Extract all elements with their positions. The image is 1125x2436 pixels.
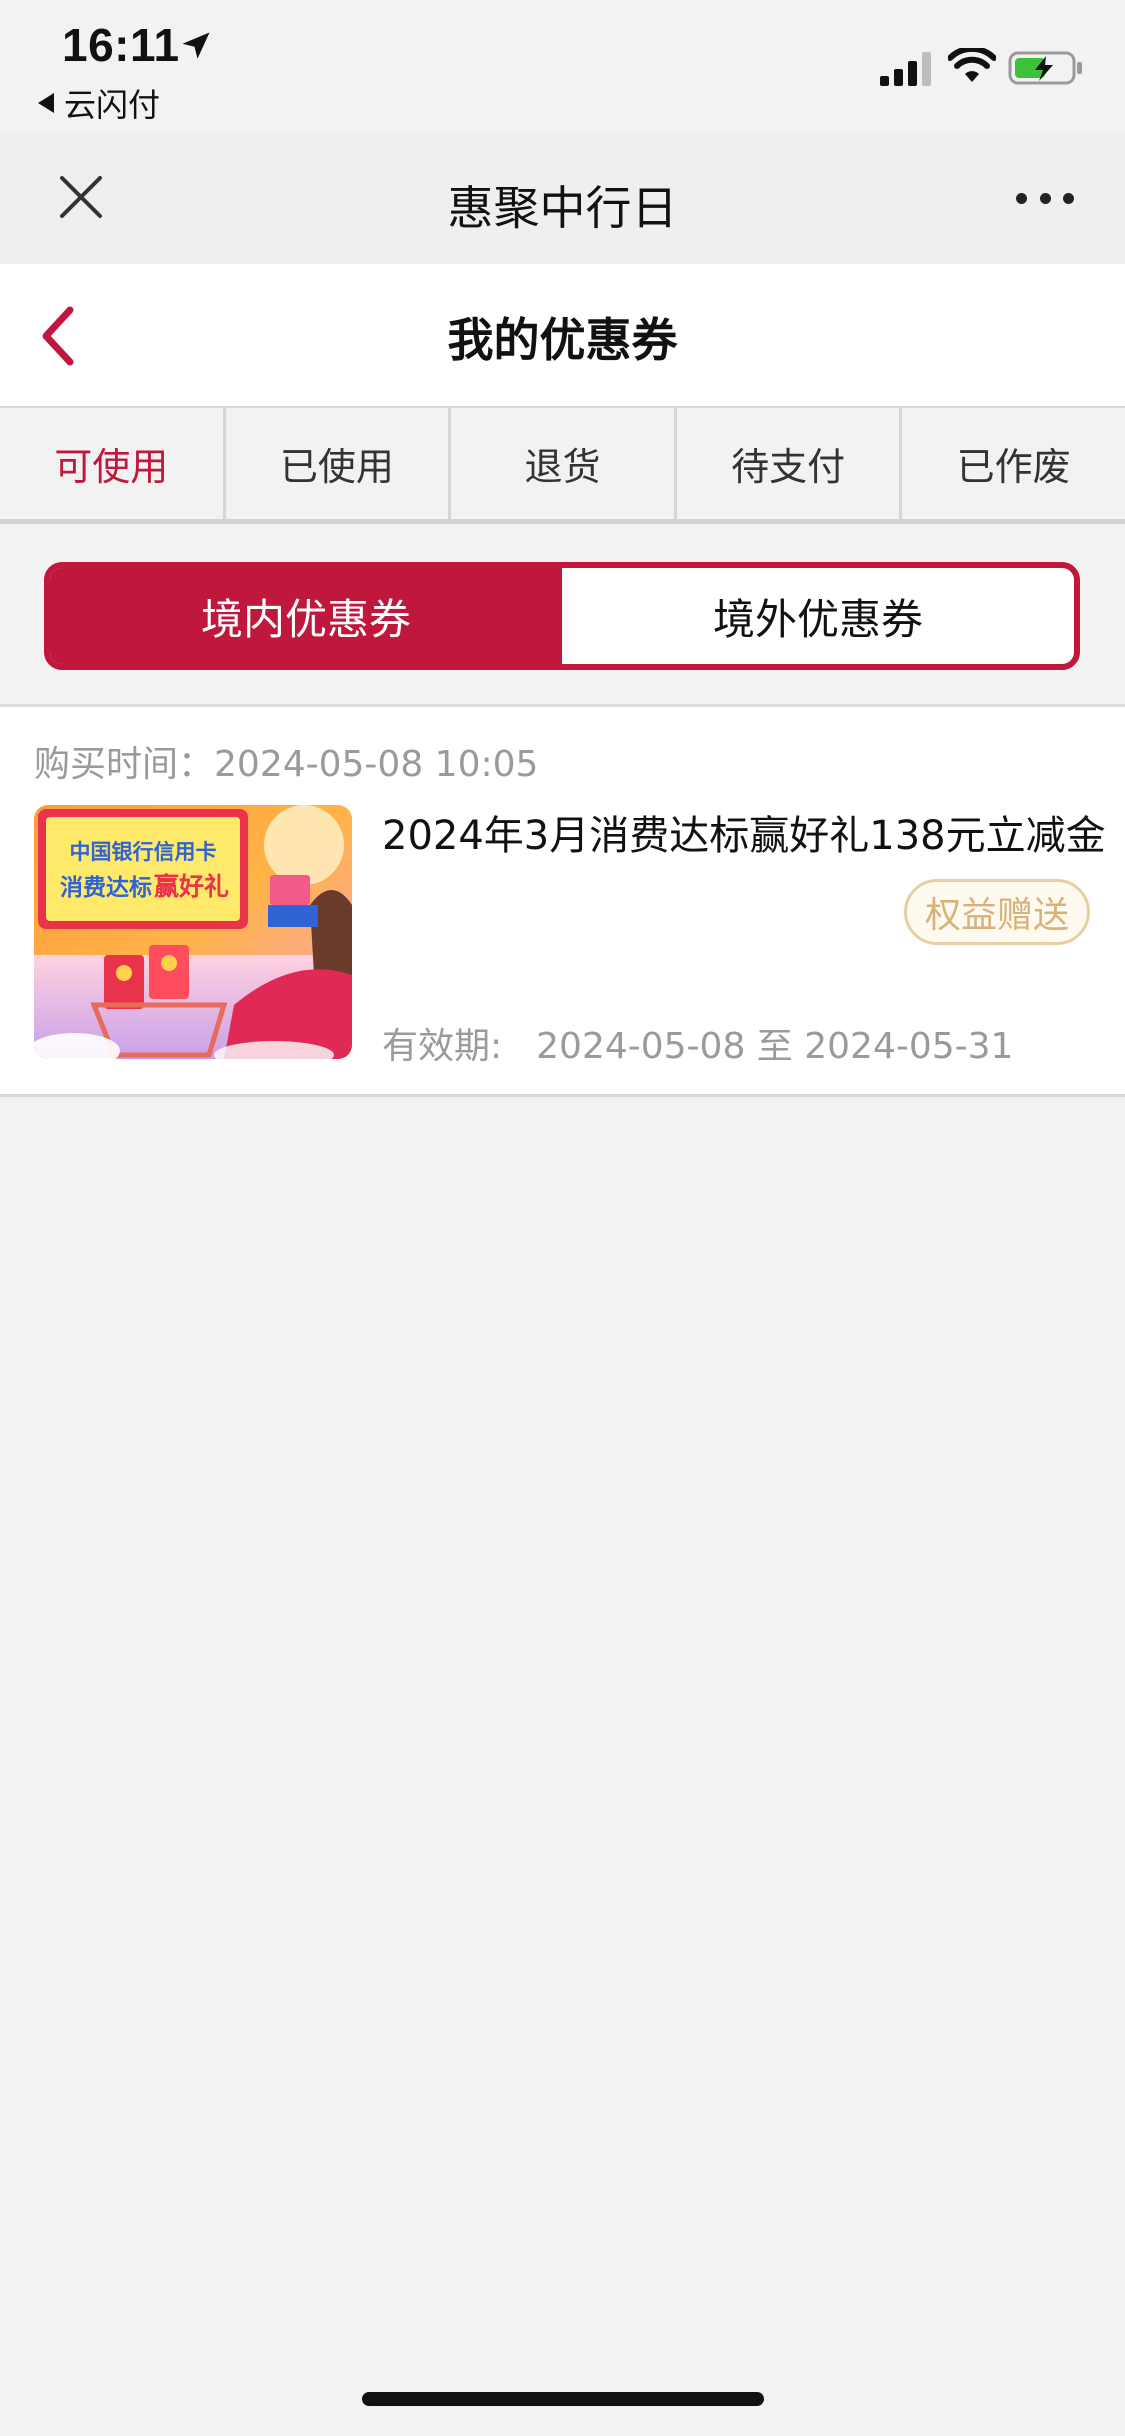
- purchase-time-label: 购买时间：: [34, 744, 215, 785]
- battery-charging-icon: [1008, 51, 1082, 85]
- coupon-thumbnail: 中国银行信用卡 消费达标 赢好礼: [34, 805, 352, 1059]
- tab-returned[interactable]: 退货: [451, 408, 677, 519]
- page-header: 我的优惠券: [0, 264, 1125, 406]
- region-segmented-control: 境内优惠券 境外优惠券: [44, 562, 1080, 670]
- status-bar: 16:11 云闪付: [0, 0, 1125, 132]
- validity-period: 有效期: 2024-05-08 至 2024-05-31: [382, 1017, 1013, 1069]
- wifi-icon: [948, 48, 996, 82]
- status-time: 16:11: [62, 19, 180, 71]
- miniapp-title: 惠聚中行日: [447, 181, 678, 235]
- thumbnail-line2a: 消费达标: [60, 875, 152, 901]
- coupon-card[interactable]: 购买时间：2024-05-08 10:05 中国银行信用卡 消费达标 赢好礼 2…: [0, 707, 1125, 1097]
- status-tabs: 可使用 已使用 退货 待支付 已作废: [0, 406, 1125, 524]
- purchase-time-value: 2024-05-08 10:05: [214, 744, 539, 785]
- back-app-label: 云闪付: [64, 86, 161, 124]
- miniapp-nav-bar: 惠聚中行日: [0, 132, 1125, 264]
- validity-label: 有效期:: [382, 1026, 503, 1067]
- segment-overseas[interactable]: 境外优惠券: [562, 568, 1074, 664]
- more-dot-icon: [1016, 192, 1027, 204]
- tab-pending-payment[interactable]: 待支付: [677, 408, 903, 519]
- page-title: 我的优惠券: [447, 313, 678, 367]
- more-dot-icon: [1063, 192, 1074, 204]
- validity-range: 2024-05-08 至 2024-05-31: [536, 1026, 1014, 1067]
- tab-voided[interactable]: 已作废: [902, 408, 1125, 519]
- purchase-time: 购买时间：2024-05-08 10:05: [34, 735, 538, 787]
- thumbnail-line1: 中国银行信用卡: [70, 840, 217, 864]
- back-triangle-icon: [38, 93, 54, 113]
- tab-available[interactable]: 可使用: [0, 408, 226, 519]
- benefit-gift-badge: 权益赠送: [904, 879, 1090, 945]
- more-options-button[interactable]: [1016, 188, 1074, 208]
- location-arrow-icon: [182, 32, 210, 59]
- home-indicator[interactable]: [362, 2392, 764, 2406]
- tab-used[interactable]: 已使用: [226, 408, 452, 519]
- back-to-app-link[interactable]: 云闪付: [38, 80, 160, 126]
- thumbnail-line2b: 赢好礼: [154, 872, 229, 901]
- cellular-signal-icon: [880, 52, 931, 86]
- coupon-title: 2024年3月消费达标赢好礼138元立减金: [382, 813, 1106, 859]
- segment-domestic[interactable]: 境内优惠券: [50, 568, 562, 664]
- more-dot-icon: [1039, 192, 1051, 204]
